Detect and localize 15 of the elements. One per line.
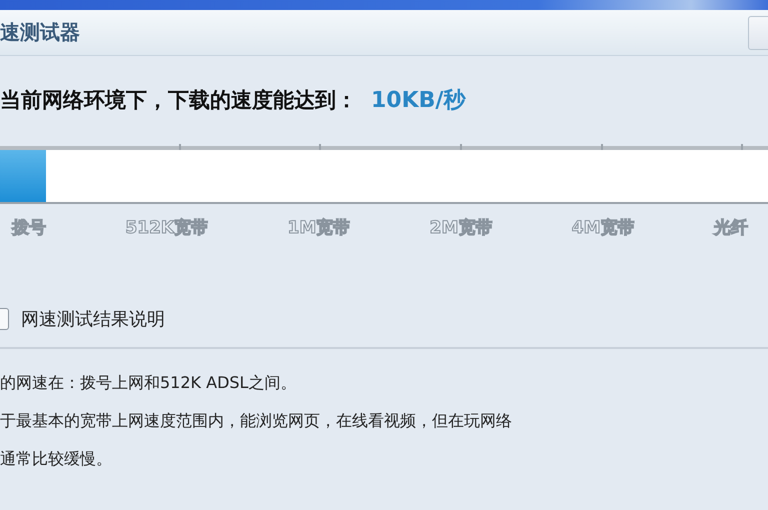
window-title: 速测试器 [0,19,80,46]
scale-label: 光纤 [714,217,748,239]
scale-label: 512K宽带 [125,216,208,239]
result-label: 当前网络环境下，下载的速度能达到： [0,87,357,114]
window-button[interactable] [748,16,768,50]
document-icon [0,308,9,330]
scale-label: 拨号 [12,217,46,239]
explanation-text: 的网速在：拨号上网和512K ADSL之间。 [0,372,298,394]
scale-label: 1M宽带 [287,216,350,239]
explanation-text: 于最基本的宽带上网速度范围内，能浏览网页，在线看视频，但在玩网络 [0,410,513,432]
scale-label: 2M宽带 [430,216,492,239]
speed-value: 10KB/秒 [371,87,466,115]
scale-label: 4M宽带 [572,216,635,239]
explanation-text: 通常比较缓慢。 [0,448,113,470]
section-title: 网速测试结果说明 [21,308,165,331]
